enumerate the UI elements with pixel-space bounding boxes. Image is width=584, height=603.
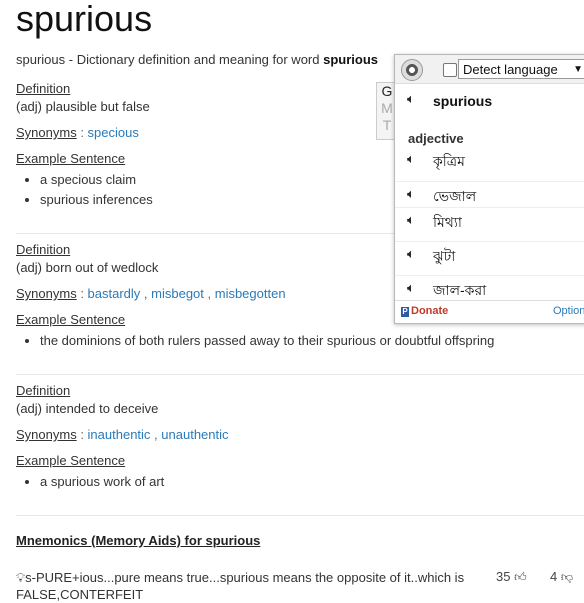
separator: : [76,427,88,442]
speaker-icon[interactable]: 🔈︎ [407,280,415,296]
upvote-count: 35 [496,569,511,584]
translation-item: 🔈︎ জাল-করা [395,275,584,300]
speaker-icon[interactable]: 🔈︎ [407,212,415,228]
page-subtitle: spurious - Dictionary definition and mea… [16,52,378,67]
synonym-link[interactable]: misbegotten [215,286,286,301]
translation-text: মিথ্যা [433,214,462,230]
part-of-speech: adjective [408,131,464,146]
chevron-down-icon: ▼ [573,64,583,75]
speaker-icon[interactable]: 🔈︎ [407,91,415,107]
separator: : [76,286,88,301]
translation-text: ঝুটা [433,248,456,264]
synonym-link[interactable]: misbegot [151,286,204,301]
downvote-button[interactable]: 4 👎︎ [550,569,573,585]
synonym-link[interactable]: unauthentic [161,427,228,442]
divider [16,515,584,516]
thumbs-up-icon: 👍︎ [514,570,527,584]
paypal-icon: P [401,307,409,317]
thumbs-down-icon: 👎︎ [560,570,574,584]
mnemonic-text: s-PURE+ious...pure means true...spurious… [16,570,465,602]
example-item: a spurious work of art [40,472,584,492]
synonyms-label: Synonyms [16,427,77,442]
definition-label: Definition [16,383,71,398]
example-list: a spurious work of art [16,472,584,492]
divider [16,374,584,375]
detect-language-checkbox[interactable] [443,63,457,77]
separator: , [150,427,162,442]
speaker-icon[interactable]: 🔈︎ [407,151,415,167]
translation-item: 🔈︎ কৃত্রিম [395,147,584,177]
synonyms-label: Synonyms [16,286,77,301]
gear-icon[interactable] [401,59,423,81]
definition-text: (adj) intended to deceive [16,401,159,416]
select-value: Detect language [463,62,558,77]
subtitle-word: spurious [323,52,379,67]
popup-word: spurious [433,93,493,109]
source-language-select[interactable]: Detect language ▼ [458,59,584,79]
separator: , [140,286,152,301]
synonym-link[interactable]: inauthentic [88,427,151,442]
synonyms-label: Synonyms [16,125,77,140]
translation-item: 🔈︎ মিথ্যা [395,207,584,238]
donate-label: Donate [411,305,449,317]
example-item: the dominions of both rulers passed away… [40,331,584,351]
translation-text: ভেজাল [433,188,477,204]
synonym-link[interactable]: specious [88,125,139,140]
page-title: spurious [16,0,153,39]
sense-3: Definition (adj) intended to deceive Syn… [16,382,584,492]
speaker-icon[interactable]: 🔈︎ [407,186,415,202]
translation-item: 🔈︎ ঝুটা [395,241,584,272]
options-link[interactable]: Options [553,305,584,317]
speaker-icon[interactable]: 🔈︎ [407,246,415,262]
synonyms-row: Synonyms : inauthentic , unauthentic [16,426,584,444]
downvote-count: 4 [550,569,558,584]
translation-text: কৃত্রিম [433,153,465,169]
separator: , [203,286,215,301]
upvote-button[interactable]: 35 👍︎ [496,569,527,585]
translator-popup: Detect language ▼ 🔈︎ spurious adjective 🔈… [394,54,584,324]
example-label: Example Sentence [16,453,126,468]
separator: : [76,125,88,140]
mnemonics-heading: Mnemonics (Memory Aids) for spurious [16,533,261,548]
subtitle-text: spurious - Dictionary definition and mea… [16,52,324,67]
example-list: the dominions of both rulers passed away… [16,331,584,351]
donate-link[interactable]: P Donate [401,305,448,317]
popup-toolbar: Detect language ▼ [395,55,584,84]
synonym-link[interactable]: bastardly [88,286,141,301]
lightbulb-icon: 💡︎ [16,570,26,585]
popup-footer: PDonate Options [395,300,584,323]
